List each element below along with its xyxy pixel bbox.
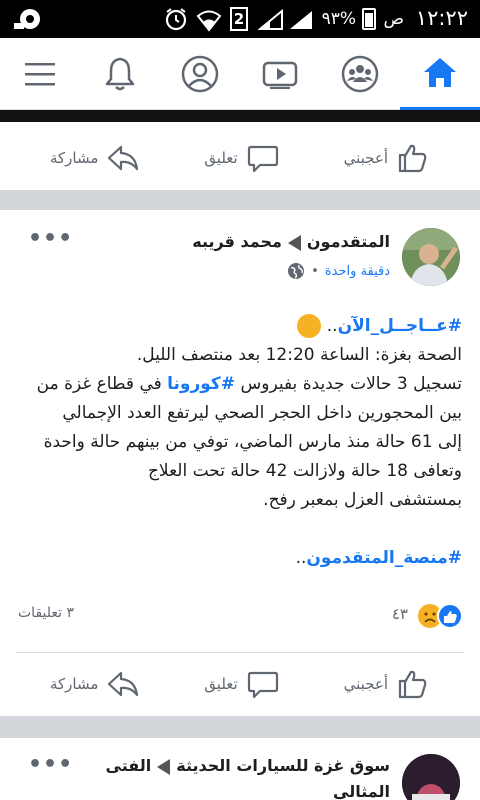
nav-home[interactable]	[400, 38, 480, 110]
reaction-icons	[418, 603, 463, 629]
share-icon	[108, 671, 139, 697]
like-label: أعجبني	[343, 675, 388, 693]
watch-icon	[262, 61, 298, 89]
thumbs-up-icon	[398, 144, 427, 173]
nav-notifications[interactable]	[80, 38, 160, 110]
sad-emoji-icon	[297, 314, 322, 338]
status-bar: ١٢:٢٢ ص ٩٣% 2	[0, 0, 480, 38]
menu-icon	[25, 63, 55, 86]
more-options-icon[interactable]: •••	[28, 226, 73, 251]
share-icon	[108, 145, 139, 171]
comments-count[interactable]: ٣ تعليقات	[18, 605, 74, 621]
avatar-photo	[402, 754, 460, 800]
author-name[interactable]: محمد قريبه	[192, 232, 282, 251]
globe-icon	[288, 263, 305, 279]
post-text: #عــاجــل_الآن.. الصحة بغزة: الساعة 12:2…	[14, 312, 462, 573]
comment-label: تعليق	[204, 675, 238, 693]
post-author-line: المتقدمون محمد قريبه	[192, 232, 390, 251]
status-time: ١٢:٢٢	[415, 6, 468, 30]
top-nav	[0, 38, 480, 110]
like-button[interactable]: أعجبني	[344, 141, 430, 175]
page-name[interactable]: المتقدمون	[307, 232, 390, 251]
comment-label: تعليق	[204, 149, 238, 167]
battery-percent: ٩٣%	[321, 9, 356, 29]
author-name-cont[interactable]: المثالي	[333, 782, 390, 800]
avatar-photo	[402, 228, 460, 286]
hashtag-breaking[interactable]: #عــاجــل_الآن	[338, 316, 462, 336]
wifi-icon	[196, 10, 222, 32]
nav-menu[interactable]	[0, 38, 80, 110]
post-line-6: وتعافى 18 حالة ولازالت 42 حالة تحت العلا…	[147, 461, 462, 481]
status-ampm: ص	[383, 9, 404, 29]
comment-button[interactable]: تعليق	[204, 667, 279, 701]
signal-icon-2	[258, 9, 283, 30]
nav-watch[interactable]	[240, 38, 320, 110]
post-line-footer: #منصة_المتقدمون..	[295, 548, 462, 568]
previous-post-actions: أعجبني تعليق مشاركة	[0, 130, 480, 186]
alarm-icon	[165, 8, 187, 31]
avatar[interactable]	[402, 754, 460, 800]
reactions-summary[interactable]: ٤٣ ٣ تعليقات	[0, 600, 480, 632]
avatar[interactable]	[402, 228, 460, 286]
download-status-icon	[14, 9, 40, 29]
feed-separator	[0, 190, 480, 210]
nav-profile[interactable]	[160, 38, 240, 110]
post-line-5: إلى 61 حالة منذ مارس الماضي، توفي من بين…	[43, 432, 462, 452]
post-line-1: #عــاجــل_الآن..	[14, 312, 462, 341]
comment-icon	[247, 145, 278, 173]
dot-separator: •	[311, 263, 319, 279]
profile-icon	[181, 55, 219, 93]
comment-button[interactable]: تعليق	[204, 141, 279, 175]
author-name[interactable]: الفتى	[106, 756, 152, 775]
post-meta: دقيقة واحدة •	[287, 262, 390, 280]
home-icon	[424, 57, 456, 87]
share-label: مشاركة	[49, 149, 99, 167]
feed-separator-2	[0, 716, 480, 738]
post-2-author-line: سوق غزة للسيارات الحديثة الفتى	[106, 756, 390, 775]
post-line-3: تسجيل 3 حالات جديدة بفيروس #كورونا في قط…	[36, 374, 462, 394]
hashtag-corona[interactable]: #كورونا	[167, 374, 235, 394]
post-time[interactable]: دقيقة واحدة	[325, 264, 390, 279]
post-line-4: بين المحجورين داخل الحجر الصحي ليرتفع ال…	[62, 403, 462, 423]
post-2-author-line-2: المثالي	[333, 782, 390, 800]
battery-icon	[362, 8, 376, 30]
actions-divider	[16, 652, 464, 653]
more-options-icon[interactable]: •••	[28, 752, 73, 777]
like-button[interactable]: أعجبني	[344, 667, 430, 701]
post-2-header: سوق غزة للسيارات الحديثة الفتى المثالي ••…	[0, 748, 480, 800]
sim-icon: 2	[230, 7, 248, 31]
groups-icon	[341, 55, 379, 93]
post-line-2: الصحة بغزة: الساعة 12:20 بعد منتصف الليل…	[136, 345, 462, 365]
thumbs-up-icon	[398, 670, 427, 699]
like-label: أعجبني	[343, 149, 388, 167]
previous-post-edge	[0, 110, 480, 122]
share-label: مشاركة	[49, 675, 99, 693]
share-button[interactable]: مشاركة	[50, 141, 140, 175]
post-blank-line	[14, 515, 462, 544]
post-actions: أعجبني تعليق مشاركة	[0, 656, 480, 712]
arrow-icon	[157, 758, 171, 775]
hashtag-platform[interactable]: #منصة_المتقدمون	[306, 548, 462, 568]
bell-icon	[105, 57, 135, 91]
arrow-icon	[287, 234, 301, 251]
signal-icon	[290, 11, 312, 29]
post-header: المتقدمون محمد قريبه دقيقة واحدة • •••	[0, 222, 480, 292]
reactions-count: ٤٣	[391, 605, 408, 623]
post-line-7: بمستشفى العزل بمعبر رفح.	[263, 490, 462, 510]
comment-icon	[247, 671, 278, 699]
page-name[interactable]: سوق غزة للسيارات الحديثة	[176, 756, 390, 775]
nav-groups[interactable]	[320, 38, 400, 110]
share-button[interactable]: مشاركة	[50, 667, 140, 701]
